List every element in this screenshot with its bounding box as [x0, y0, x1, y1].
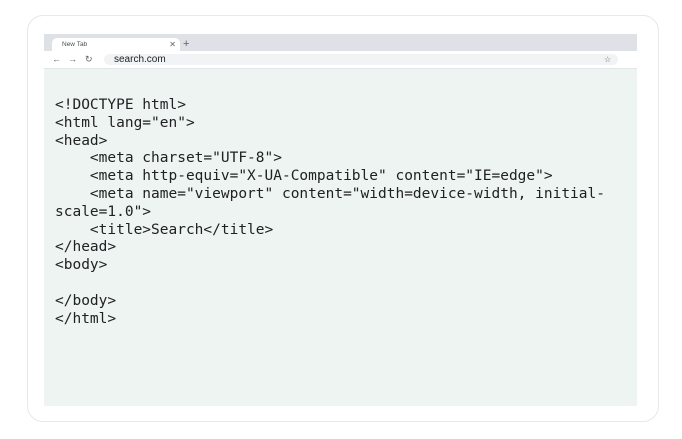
arrow-left-icon[interactable]: ←: [52, 51, 61, 68]
tab-new-tab[interactable]: New Tab ✕: [52, 38, 180, 51]
tab-strip: New Tab ✕ +: [44, 34, 637, 51]
close-icon[interactable]: ✕: [169, 38, 176, 51]
code-line: </body>: [55, 292, 117, 309]
browser-window: New Tab ✕ + ← → ↻ search.com ☆ ⋮ <!DOCTY…: [44, 34, 637, 406]
code-line: <meta http-equiv="X-UA-Compatible" conte…: [55, 168, 553, 185]
address-bar[interactable]: search.com ☆ ⋮: [104, 54, 637, 65]
code-line: <head>: [55, 132, 108, 149]
browser-toolbar: ← → ↻ search.com ☆ ⋮: [44, 51, 637, 69]
plus-icon[interactable]: +: [183, 37, 189, 51]
code-line: <meta charset="UTF-8">: [55, 150, 282, 167]
reload-icon[interactable]: ↻: [85, 51, 93, 68]
code-block: <!DOCTYPE html> <html lang="en"> <head> …: [55, 97, 605, 328]
tab-title: New Tab: [62, 41, 88, 48]
omnibox-field[interactable]: [104, 54, 618, 65]
code-line: </head>: [55, 239, 117, 256]
code-line: </html>: [55, 310, 117, 327]
star-icon[interactable]: ☆: [604, 53, 611, 66]
arrow-right-icon[interactable]: →: [68, 51, 77, 68]
code-line: <body>: [55, 257, 108, 274]
code-line: <!DOCTYPE html>: [55, 97, 186, 113]
code-line: <title>Search</title>: [55, 221, 274, 238]
url-text[interactable]: search.com: [114, 53, 166, 66]
code-line: scale=1.0">: [55, 203, 152, 220]
code-line: <html lang="en">: [55, 114, 195, 131]
code-line: <meta name="viewport" content="width=dev…: [55, 185, 605, 202]
